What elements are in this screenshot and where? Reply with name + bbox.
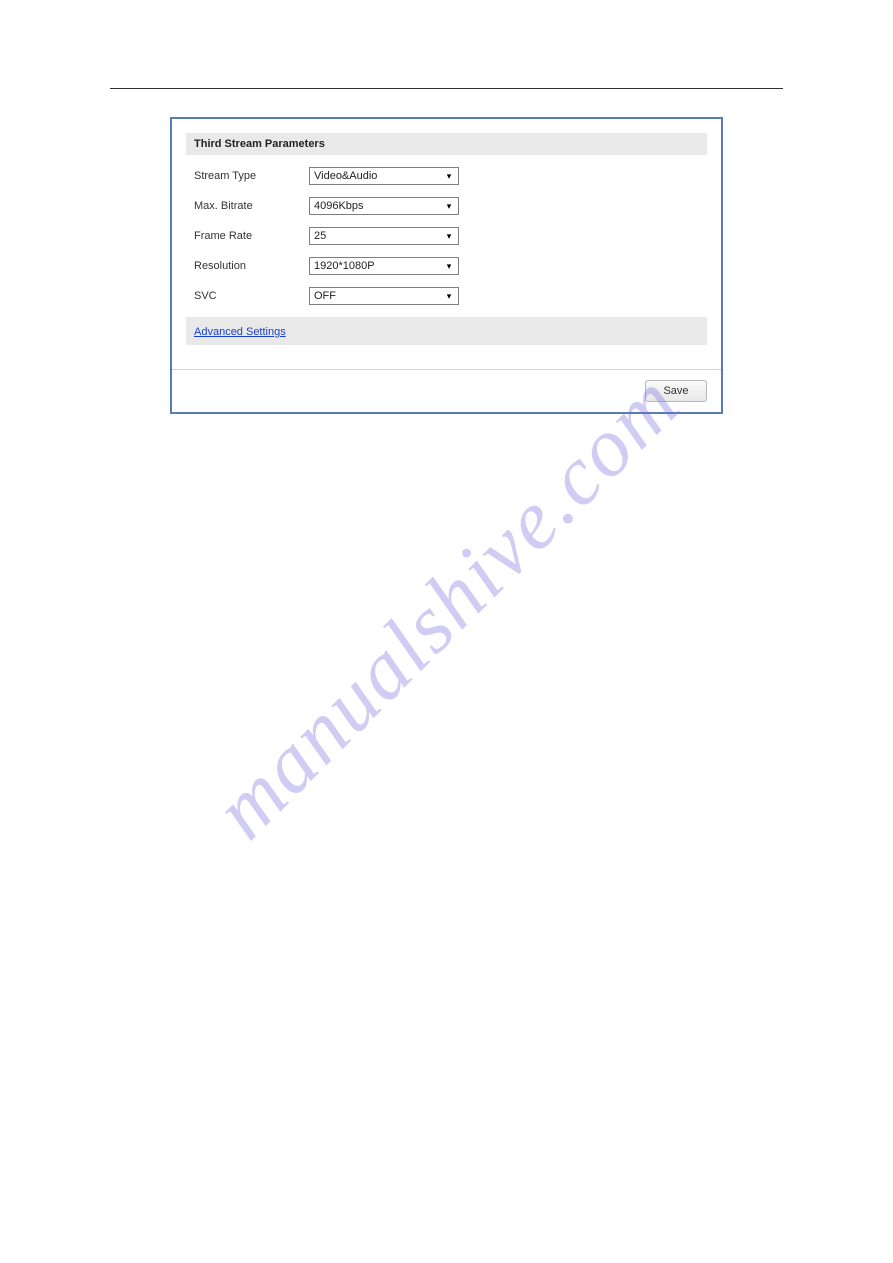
select-value: 4096Kbps (312, 198, 442, 214)
select-value: OFF (312, 288, 442, 304)
row-frame-rate: Frame Rate 25 ▾ (186, 223, 707, 249)
chevron-down-icon: ▾ (442, 291, 456, 302)
select-value: 1920*1080P (312, 258, 442, 274)
chevron-down-icon: ▾ (442, 231, 456, 242)
chevron-down-icon: ▾ (442, 171, 456, 182)
settings-panel: Third Stream Parameters Stream Type Vide… (170, 117, 723, 414)
select-value: Video&Audio (312, 168, 442, 184)
label-resolution: Resolution (194, 260, 309, 272)
row-stream-type: Stream Type Video&Audio ▾ (186, 163, 707, 189)
chevron-down-icon: ▾ (442, 201, 456, 212)
select-frame-rate[interactable]: 25 ▾ (309, 227, 459, 245)
label-max-bitrate: Max. Bitrate (194, 200, 309, 212)
select-resolution[interactable]: 1920*1080P ▾ (309, 257, 459, 275)
row-svc: SVC OFF ▾ (186, 283, 707, 309)
advanced-settings-link[interactable]: Advanced Settings (194, 326, 286, 338)
select-stream-type[interactable]: Video&Audio ▾ (309, 167, 459, 185)
page-top-divider (110, 88, 783, 89)
label-stream-type: Stream Type (194, 170, 309, 182)
panel-divider (172, 369, 721, 370)
save-button[interactable]: Save (645, 380, 707, 402)
row-max-bitrate: Max. Bitrate 4096Kbps ▾ (186, 193, 707, 219)
chevron-down-icon: ▾ (442, 261, 456, 272)
watermark-text: manualshive.com (195, 354, 699, 858)
row-resolution: Resolution 1920*1080P ▾ (186, 253, 707, 279)
label-frame-rate: Frame Rate (194, 230, 309, 242)
label-svc: SVC (194, 290, 309, 302)
advanced-settings-bar: Advanced Settings (186, 317, 707, 345)
select-svc[interactable]: OFF ▾ (309, 287, 459, 305)
select-value: 25 (312, 228, 442, 244)
select-max-bitrate[interactable]: 4096Kbps ▾ (309, 197, 459, 215)
save-row: Save (172, 380, 721, 412)
section-header: Third Stream Parameters (186, 133, 707, 155)
